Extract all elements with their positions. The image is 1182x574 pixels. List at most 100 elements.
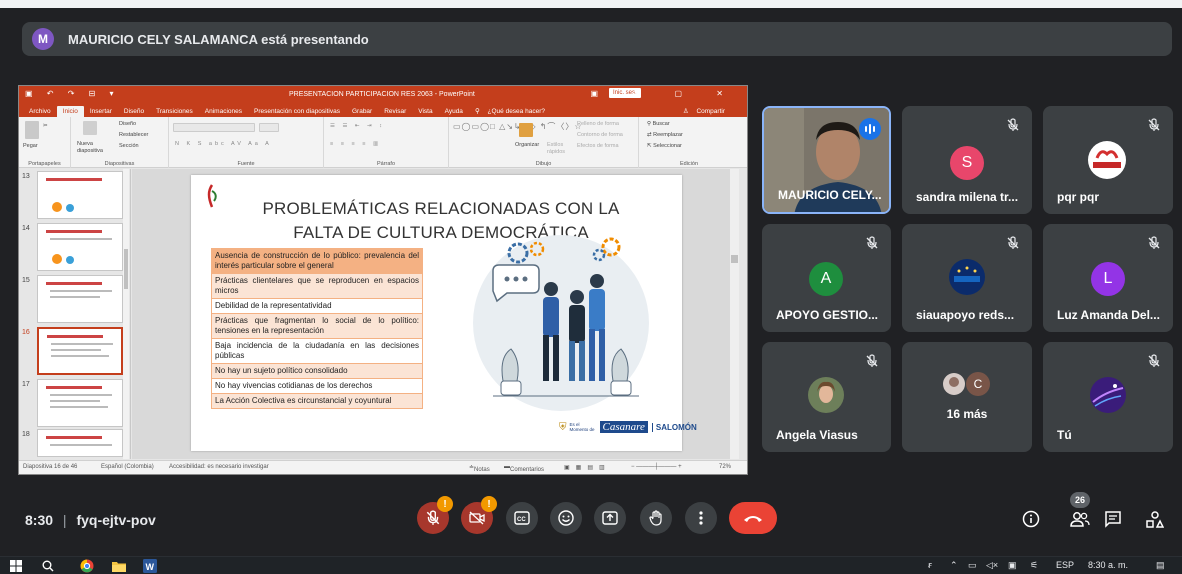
group-diapositivas: Nueva diapositiva Diseño Restablecer Sec… [71,117,169,168]
arrange-icon[interactable] [519,123,533,137]
tab-transiciones[interactable]: Transiciones [150,106,199,117]
thumb-15[interactable] [37,275,123,323]
accessibility-status[interactable]: Accesibilidad: es necesario investigar [169,464,269,470]
thumb-18[interactable] [37,429,123,457]
present-button[interactable] [594,502,626,534]
shape-effects[interactable]: Efectos de forma [577,143,619,149]
paste-label[interactable]: Pegar [23,143,38,149]
chat-button[interactable] [1102,508,1124,530]
emoji-icon [558,510,574,526]
font-format-icons[interactable]: N K S abc AV Aa A [175,141,272,147]
zoom-level[interactable]: 72% [719,464,731,470]
participant-tile[interactable]: A APOYO GESTIO... [762,224,891,332]
shape-outline[interactable]: Contorno de forma [577,132,623,138]
select-button[interactable]: ⇱ Seleccionar [647,143,682,149]
paste-icon[interactable] [25,121,39,139]
participant-tile[interactable]: pqr pqr [1043,106,1173,214]
tab-animaciones[interactable]: Animaciones [199,106,248,117]
participant-tile[interactable]: siauapoyo reds... [902,224,1032,332]
find-button[interactable]: ⚲ Buscar [647,121,670,127]
section-button[interactable]: Sección [119,143,139,149]
more-participants-tile[interactable]: C 16 más [902,342,1032,452]
window-controls[interactable]: ▣ — ▢ ✕ [591,89,740,98]
notes-button[interactable]: ≐ Notas [469,464,490,473]
quick-styles[interactable]: Estilos rápidos [547,142,573,156]
windows-start-icon[interactable] [10,559,22,573]
thumbs-scrollbar[interactable] [123,169,129,459]
tab-grabar[interactable]: Grabar [346,106,378,117]
arrange-label[interactable]: Organizar [515,142,539,148]
quick-access-icons[interactable]: ▣ ↶ ↷ ⊟ ▾ [25,89,120,98]
captions-button[interactable]: CC [506,502,538,534]
thumb-14[interactable] [37,223,123,271]
align-icons[interactable]: ≡ ≡ ≡ ≡ ▥ [330,141,381,147]
thumb-number: 13 [22,173,30,180]
comments-button[interactable]: ▬ Comentarios [504,464,544,473]
share-label: Compartir [696,108,725,115]
search-icon[interactable] [42,559,54,573]
participant-tile[interactable]: Angela Viasus [762,342,891,452]
shapes-gallery[interactable]: ▭◯▭◯□ △↘↳⇨◇ ↰⌒〈〉☆ [453,121,583,132]
tab-inicio[interactable]: Inicio [56,106,84,117]
group-dibujo: ▭◯▭◯□ △↘↳⇨◇ ↰⌒〈〉☆ Organizar Estilos rápi… [449,117,639,168]
tab-archivo[interactable]: Archivo [23,106,57,117]
replace-button[interactable]: ⇄ Reemplazar [647,132,683,138]
participant-tile[interactable]: S sandra milena tr... [902,106,1032,214]
mic-off-icon [1007,236,1019,249]
canvas-scrollbar[interactable] [730,169,739,459]
tab-insertar[interactable]: Insertar [84,106,118,117]
font-name-select[interactable] [173,123,255,132]
thumb-13[interactable] [37,171,123,219]
tab-diseno[interactable]: Diseño [118,106,150,117]
group-portapapeles: Pegar ✂ Portapapeles [19,117,71,168]
system-clock[interactable]: 8:30 a. m. [1088,560,1128,570]
file-explorer-icon[interactable] [112,559,126,573]
tab-presentacion[interactable]: Presentación con diapositivas [248,106,346,117]
tray-overflow-icon[interactable]: ⌃ [950,560,958,571]
reset-button[interactable]: Restablecer [119,132,148,138]
camera-toggle-button[interactable]: ! [461,496,497,534]
cut-icon[interactable]: ✂ [43,123,48,129]
language-status[interactable]: Español (Colombia) [101,464,154,470]
zoom-slider[interactable]: − ———┼——— + [631,464,682,470]
word-icon[interactable]: W [143,559,157,573]
people-button[interactable] [1069,508,1091,530]
thumb-number: 17 [22,381,30,388]
share-button[interactable]: ♙ Compartir [677,105,737,117]
meeting-details-button[interactable] [1020,508,1042,530]
participant-tile-presenter[interactable]: MAURICIO CELY... [762,106,891,214]
shape-fill[interactable]: Relleno de forma [577,121,619,127]
font-size-select[interactable] [259,123,279,132]
thumb-16[interactable] [37,327,123,375]
comments-label: Comentarios [510,467,545,473]
emoji-button[interactable] [550,502,582,534]
tab-revisar[interactable]: Revisar [378,106,412,117]
activities-button[interactable] [1144,508,1166,530]
network-icon[interactable]: ▭ [968,560,977,571]
tab-vista[interactable]: Vista [412,106,438,117]
people-icon [1070,512,1090,527]
participant-tile[interactable]: L Luz Amanda Del... [1043,224,1173,332]
new-slide-label[interactable]: Nueva diapositiva [77,141,117,155]
list-icons[interactable]: ☰ ☰ ⇤ ⇥ ↕ [330,123,385,129]
volume-icon[interactable]: ◁× [986,560,998,571]
view-buttons[interactable]: ▣▦▤▥ [564,464,611,471]
tab-ayuda[interactable]: Ayuda [439,106,469,117]
input-language[interactable]: ESP [1056,560,1074,570]
new-slide-icon[interactable] [83,121,97,135]
leave-call-button[interactable] [729,502,777,534]
tell-me-search[interactable]: ⚲ ¿Qué desea hacer? [469,105,557,117]
casanare-logo: Casanare [599,421,648,433]
thumb-17[interactable] [37,379,123,427]
raise-hand-button[interactable] [640,502,672,534]
people-tray-icon[interactable]: ꞧ [928,560,932,571]
notifications-icon[interactable]: ▤ [1156,560,1165,571]
chrome-icon[interactable] [80,559,94,573]
tray-settings-icon[interactable]: ⚟ [1030,560,1038,571]
layout-button[interactable]: Diseño [119,121,136,127]
more-options-button[interactable] [685,502,717,534]
mic-toggle-button[interactable]: ! [417,496,453,534]
participant-tile-self[interactable]: Tú [1043,342,1173,452]
tray-app-icon[interactable]: ▣ [1008,560,1017,571]
current-slide: PROBLEMÁTICAS RELACIONADAS CON LA FALTA … [191,175,697,451]
